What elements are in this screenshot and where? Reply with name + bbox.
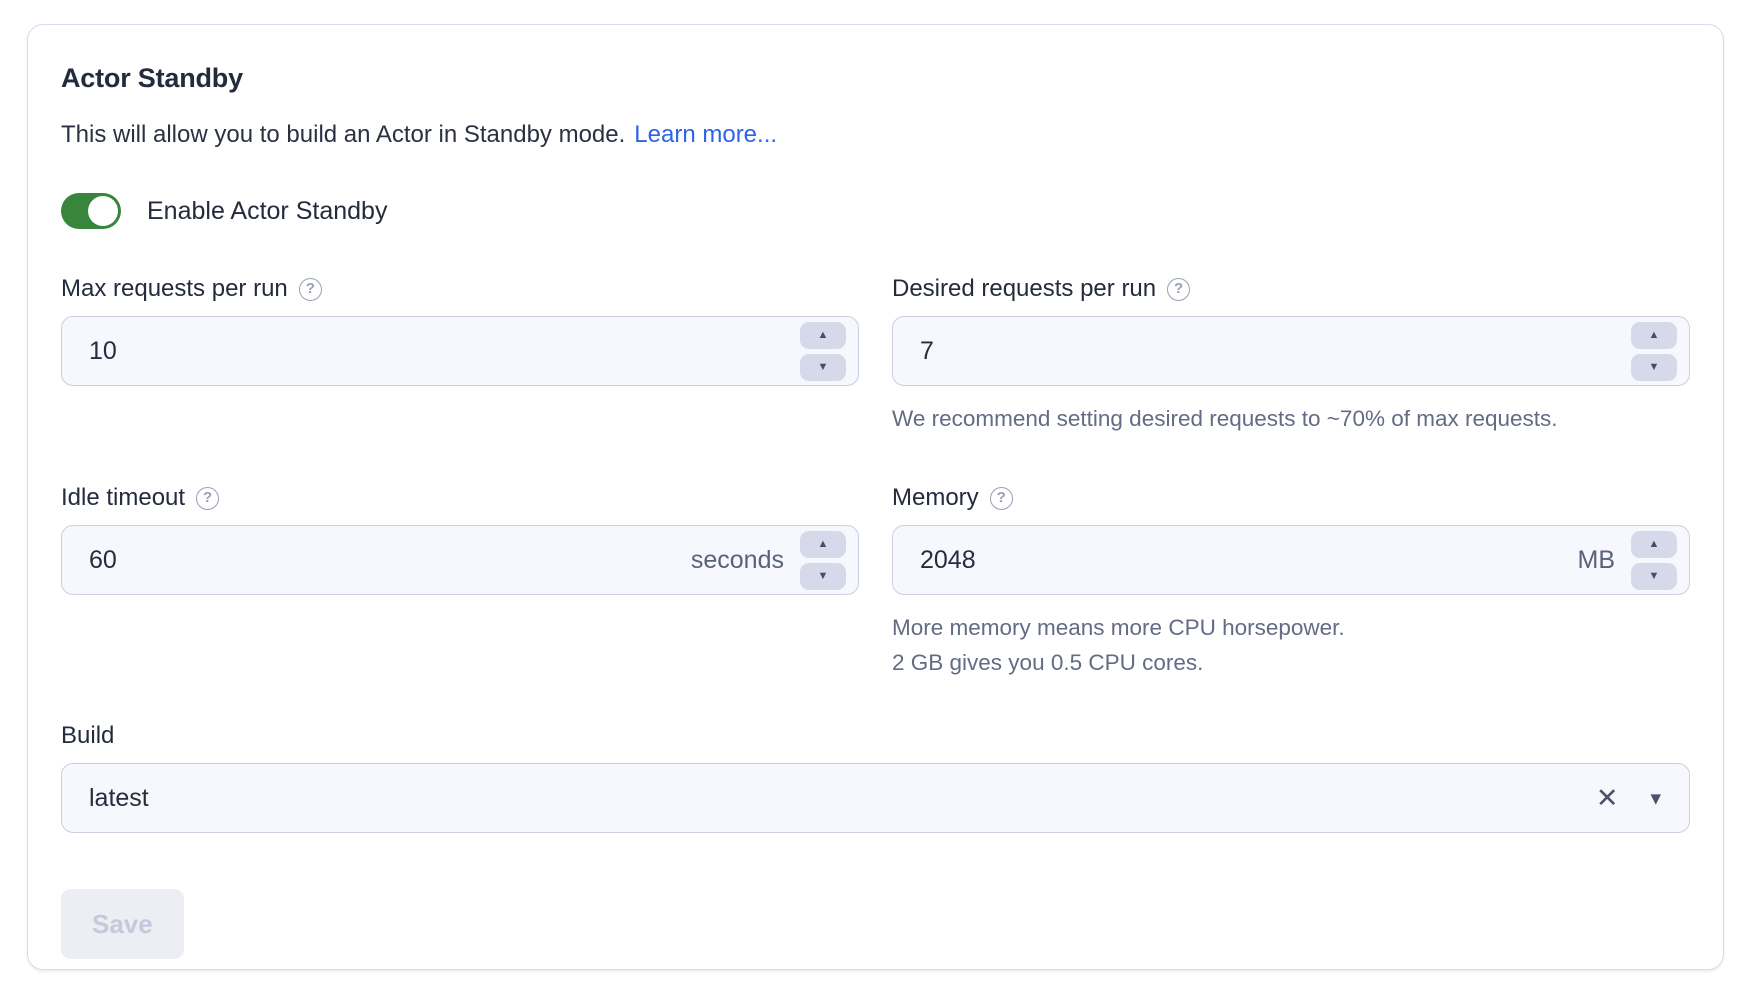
help-icon[interactable]: ? — [1167, 278, 1190, 301]
max-requests-field: Max requests per run ? ▲ ▼ — [61, 275, 859, 386]
memory-helper-line-1: More memory means more CPU horsepower. — [892, 610, 1690, 645]
max-requests-label: Max requests per run — [61, 275, 288, 303]
idle-timeout-stepper: ▲ ▼ — [800, 531, 846, 590]
idle-timeout-label-row: Idle timeout ? — [61, 484, 859, 512]
idle-timeout-input[interactable] — [62, 546, 691, 575]
page-title: Actor Standby — [61, 63, 1690, 94]
memory-helper-line-2: 2 GB gives you 0.5 CPU cores. — [892, 645, 1690, 680]
idle-timeout-field: Idle timeout ? seconds ▲ ▼ — [61, 484, 859, 595]
memory-label-row: Memory ? — [892, 484, 1690, 512]
idle-timeout-label: Idle timeout — [61, 484, 185, 512]
memory-helper: More memory means more CPU horsepower. 2… — [892, 610, 1690, 680]
stepper-up-icon[interactable]: ▲ — [800, 531, 846, 558]
memory-unit: MB — [1578, 546, 1616, 575]
actor-standby-panel: Actor Standby This will allow you to bui… — [27, 24, 1724, 970]
panel-description: This will allow you to build an Actor in… — [61, 121, 1690, 149]
build-label: Build — [61, 722, 1690, 750]
desired-requests-input[interactable] — [893, 337, 1631, 366]
description-text: This will allow you to build an Actor in… — [61, 121, 625, 148]
desired-requests-input-box: ▲ ▼ — [892, 316, 1690, 386]
max-requests-label-row: Max requests per run ? — [61, 275, 859, 303]
build-select[interactable]: latest ✕ ▾ — [61, 763, 1690, 833]
stepper-down-icon[interactable]: ▼ — [800, 563, 846, 590]
stepper-up-icon[interactable]: ▲ — [1631, 531, 1677, 558]
desired-requests-label-row: Desired requests per run ? — [892, 275, 1690, 303]
desired-requests-label: Desired requests per run — [892, 275, 1156, 303]
stepper-down-icon[interactable]: ▼ — [800, 354, 846, 381]
idle-timeout-unit: seconds — [691, 546, 784, 575]
memory-label: Memory — [892, 484, 979, 512]
build-select-value: latest — [89, 784, 1596, 813]
desired-requests-helper: We recommend setting desired requests to… — [892, 401, 1690, 436]
clear-icon[interactable]: ✕ — [1596, 785, 1619, 812]
idle-timeout-input-box: seconds ▲ ▼ — [61, 525, 859, 595]
stepper-up-icon[interactable]: ▲ — [800, 322, 846, 349]
memory-stepper: ▲ ▼ — [1631, 531, 1677, 590]
stepper-down-icon[interactable]: ▼ — [1631, 354, 1677, 381]
save-row: Save — [61, 889, 1690, 959]
memory-field: Memory ? MB ▲ ▼ More memory means more C… — [892, 484, 1690, 680]
enable-standby-toggle[interactable] — [61, 193, 121, 229]
stepper-up-icon[interactable]: ▲ — [1631, 322, 1677, 349]
toggle-label: Enable Actor Standby — [147, 197, 387, 226]
desired-requests-field: Desired requests per run ? ▲ ▼ We recomm… — [892, 275, 1690, 436]
memory-input-box: MB ▲ ▼ — [892, 525, 1690, 595]
toggle-knob — [88, 196, 118, 226]
max-requests-input[interactable] — [62, 337, 800, 366]
learn-more-link[interactable]: Learn more... — [634, 121, 777, 148]
build-field: Build latest ✕ ▾ — [61, 722, 1690, 833]
desired-requests-stepper: ▲ ▼ — [1631, 322, 1677, 381]
chevron-down-icon[interactable]: ▾ — [1650, 788, 1661, 809]
enable-standby-row: Enable Actor Standby — [61, 193, 1690, 229]
help-icon[interactable]: ? — [196, 487, 219, 510]
max-requests-stepper: ▲ ▼ — [800, 322, 846, 381]
max-requests-input-box: ▲ ▼ — [61, 316, 859, 386]
help-icon[interactable]: ? — [299, 278, 322, 301]
help-icon[interactable]: ? — [990, 487, 1013, 510]
stepper-down-icon[interactable]: ▼ — [1631, 563, 1677, 590]
settings-form: Max requests per run ? ▲ ▼ Desired reque… — [61, 275, 1690, 680]
memory-input[interactable] — [893, 546, 1578, 575]
save-button[interactable]: Save — [61, 889, 184, 959]
